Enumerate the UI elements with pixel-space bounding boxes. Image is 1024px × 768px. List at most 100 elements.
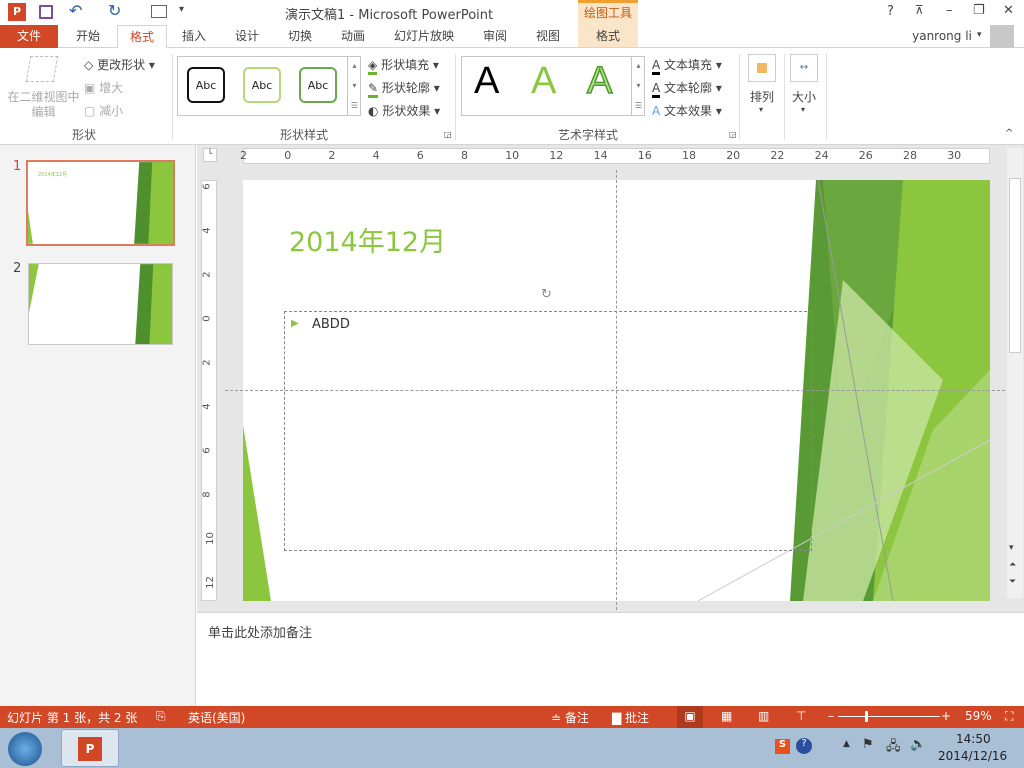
notes-placeholder[interactable]: 单击此处添加备注 (208, 622, 312, 641)
text-outline-icon: A (652, 81, 661, 98)
redo-icon[interactable]: ↻ (108, 1, 121, 20)
shape-style-2[interactable]: Abc (243, 67, 281, 103)
zoom-slider[interactable] (838, 711, 940, 722)
divider (455, 54, 456, 140)
clock-date[interactable]: 2014/12/16 (938, 749, 1007, 763)
undo-icon[interactable]: ↶ (69, 1, 82, 20)
ruler-tick-label: 2 (201, 359, 213, 366)
taskbar: P S ? ▲ ⚑ 🖧 🔈 14:50 2014/12/16 (0, 728, 1024, 768)
ribbon-display-button[interactable]: ⊼ (915, 3, 924, 17)
tab-animations[interactable]: 动画 (331, 25, 375, 48)
network-icon[interactable]: 🖧 (886, 737, 901, 759)
shape-fill-button[interactable]: ◈ 形状填充 ▾ (368, 56, 439, 75)
volume-icon[interactable]: 🔈 (910, 737, 926, 752)
dialog-launcher-icon[interactable]: ◲ (444, 130, 452, 139)
text-outline-button[interactable]: A 文本轮廓 ▾ (652, 79, 722, 98)
slideshow-icon[interactable]: ⊤ (796, 709, 806, 723)
ruler-tick-label: 4 (201, 403, 213, 410)
avatar[interactable] (990, 25, 1014, 48)
horizontal-ruler[interactable]: 2 0 2 4 6 8 10 12 14 16 18 20 22 24 26 28 30 (240, 148, 990, 164)
slide-sorter-icon[interactable]: ▦ (721, 709, 732, 723)
ruler-tick-label: 12 (549, 149, 564, 162)
language[interactable]: 英语(美国) (188, 709, 245, 726)
change-shape-button[interactable]: ◇ 更改形状 ▾ (84, 56, 155, 73)
ruler-tick-label: 0 (201, 315, 213, 322)
size-button[interactable]: 大小 (792, 88, 816, 105)
zoom-in-button[interactable]: + (941, 709, 951, 723)
rotate-handle-icon[interactable]: ↻ (541, 287, 552, 302)
edit-in-2d-button[interactable]: 在二维视图中编辑 (6, 90, 81, 120)
restore-button[interactable]: ❐ (973, 3, 985, 18)
gallery-scroll[interactable]: ▴ ▾ ☰ (347, 56, 361, 116)
vertical-ruler[interactable]: 6 4 2 0 2 4 6 8 10 12 (201, 180, 217, 601)
collapse-ribbon-icon[interactable]: ^ (1005, 128, 1013, 139)
tray-overflow-icon[interactable]: ▲ (843, 739, 850, 749)
from-start-icon[interactable] (151, 5, 167, 18)
save-icon[interactable] (39, 5, 53, 19)
slide-thumbnail-2[interactable] (28, 263, 173, 345)
slide-title[interactable]: 2014年12月 (289, 220, 446, 259)
vertical-scrollbar[interactable] (1007, 148, 1023, 598)
scroll-down-icon[interactable]: ▾ (1009, 543, 1014, 553)
previous-slide-icon[interactable]: ⏶ (1009, 560, 1016, 570)
ruler-tick-label: 8 (201, 491, 213, 498)
sogou-icon[interactable]: S (775, 739, 790, 754)
increase-button[interactable]: ▣ 增大 (84, 79, 123, 96)
tab-design[interactable]: 设计 (225, 25, 269, 48)
zoom-out-button[interactable]: – (828, 709, 834, 723)
zoom-slider-thumb[interactable] (864, 711, 868, 722)
ruler-tick-label: 6 (416, 149, 424, 162)
arrange-button[interactable]: 排列 (750, 88, 774, 105)
shape-style-3[interactable]: Abc (299, 67, 337, 103)
user-name[interactable]: yanrong li (906, 25, 978, 48)
tab-slideshow[interactable]: 幻灯片放映 (388, 25, 460, 48)
wordart-style-3[interactable]: A (586, 59, 613, 103)
tab-transitions[interactable]: 切换 (278, 25, 322, 48)
help-button[interactable]: ? (887, 4, 894, 19)
zoom-level[interactable]: 59% (965, 709, 992, 723)
bullet-text[interactable]: ABDD (312, 317, 350, 332)
fit-to-window-icon[interactable]: ⛶ (1005, 709, 1013, 724)
slide-thumbnail-1[interactable]: 2014年12月 (26, 160, 175, 246)
tab-view[interactable]: 视图 (526, 25, 570, 48)
text-fill-button[interactable]: A 文本填充 ▾ (652, 56, 722, 75)
tab-home[interactable]: 开始 (62, 25, 114, 48)
arrange-icon (748, 54, 776, 82)
tab-format[interactable]: 格式 (117, 25, 167, 49)
tab-review[interactable]: 审阅 (473, 25, 517, 48)
next-slide-icon[interactable]: ⏷ (1009, 577, 1016, 587)
divider (172, 54, 173, 140)
user-dropdown-icon[interactable]: ▾ (977, 30, 982, 40)
help-tray-icon[interactable]: ? (796, 738, 812, 754)
action-center-icon[interactable]: ⚑ (862, 737, 874, 752)
taskbar-powerpoint[interactable]: P (61, 729, 119, 767)
minimize-button[interactable]: – (946, 3, 953, 18)
normal-view-icon[interactable]: ▣ (677, 706, 703, 728)
clock-time[interactable]: 14:50 (956, 732, 991, 746)
reading-view-icon[interactable]: ▥ (758, 709, 769, 723)
dialog-launcher-icon[interactable]: ◲ (729, 130, 737, 139)
size-icon: ↔ (790, 54, 818, 82)
close-button[interactable]: ✕ (1003, 3, 1014, 18)
ribbon: 在二维视图中编辑 ◇ 更改形状 ▾ ▣ 增大 ▢ 减小 形状 Abc Abc A… (0, 48, 1024, 145)
shape-outline-button[interactable]: ✎ 形状轮廓 ▾ (368, 79, 440, 98)
tab-insert[interactable]: 插入 (172, 25, 216, 48)
content-placeholder[interactable]: ▶ ABDD (284, 311, 812, 551)
tab-file[interactable]: 文件 (0, 25, 58, 48)
shape-effects-button[interactable]: ◐ 形状效果 ▾ (368, 102, 440, 119)
decrease-button[interactable]: ▢ 减小 (84, 102, 123, 119)
notes-button[interactable]: ≐ 备注 (551, 709, 589, 726)
notes-pane[interactable]: 单击此处添加备注 (197, 612, 1024, 706)
start-button[interactable] (8, 732, 42, 766)
tab-drawing-format[interactable]: 格式 (578, 25, 638, 48)
wordart-style-1[interactable]: A (474, 60, 499, 103)
wordart-scroll[interactable]: ▴ ▾ ☰ (631, 56, 645, 116)
text-effects-button[interactable]: A 文本效果 ▾ (652, 102, 722, 119)
qat-customize[interactable]: ▾ (179, 4, 184, 15)
comments-button[interactable]: ▇ 批注 (612, 709, 649, 726)
spellcheck-icon[interactable]: ⎘ (156, 709, 166, 724)
wordart-style-2[interactable]: A (531, 60, 556, 103)
shape-style-1[interactable]: Abc (187, 67, 225, 103)
guide-horizontal[interactable] (225, 390, 1015, 391)
thumbnail-graphic (29, 264, 172, 344)
